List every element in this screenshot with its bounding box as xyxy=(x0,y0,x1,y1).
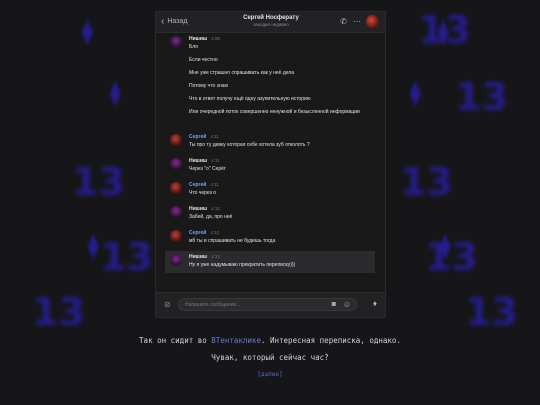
message-text: Ну я уже надумываю прекратить переписку)… xyxy=(189,262,296,268)
diamond-decor: ♦ xyxy=(78,14,97,54)
avatar xyxy=(170,134,182,146)
contact-name: Сергей Носферату xyxy=(243,15,299,21)
chat-header: ‹ Назад Сергей Носферату заходил недавно … xyxy=(156,12,385,33)
decor-number: 13 xyxy=(465,290,518,334)
avatar xyxy=(170,206,182,218)
message-text: Что в ответ получу ещё одну азупительную… xyxy=(189,96,311,102)
message-input-placeholder: Напишите сообщение... xyxy=(185,302,241,308)
attach-icon[interactable]: ⊘ xyxy=(164,300,171,309)
avatar xyxy=(170,230,182,242)
avatar xyxy=(170,254,182,266)
contact-info[interactable]: Сергей Носферату заходил недавно xyxy=(206,15,336,27)
message-time: 4:11 xyxy=(211,158,220,163)
back-button[interactable]: ‹ Назад xyxy=(161,15,188,27)
message-text: Ты про ту девку которая себе хотела зуб … xyxy=(189,142,310,148)
message-text: Через "о" Серёг xyxy=(189,166,226,172)
message-author: Сергей 4:11 xyxy=(189,134,219,140)
emoji-icon[interactable]: ☺ xyxy=(343,300,351,309)
decor-number: 13 xyxy=(72,160,125,204)
message-input[interactable]: Напишите сообщение... ◙ ☺ xyxy=(178,298,357,311)
phone-icon[interactable]: ✆ xyxy=(340,17,347,26)
chevron-left-icon: ‹ xyxy=(161,16,165,27)
avatar xyxy=(170,158,182,170)
next-link[interactable]: [далее] xyxy=(0,371,540,378)
narration-line-1: Так он сидит во ВТентаклике. Интересная … xyxy=(139,336,401,345)
decor-number: 13 xyxy=(418,8,471,52)
message-text: мб ты и спрашивать не будешь тогда xyxy=(189,238,276,244)
message-selected[interactable]: Нишиш 4:13 Ну я уже надумываю прекратить … xyxy=(165,251,375,273)
message-author: Нишиш 4:11 xyxy=(189,158,220,164)
message-author: Нишиш 4:08 xyxy=(189,36,220,42)
message-text: Или очередной поток совершенно ненужной … xyxy=(189,109,360,115)
message-text: Потому что знаю xyxy=(189,83,229,89)
narration-line-2: Чувак, который сейчас час? xyxy=(211,353,329,362)
decor-number: 13 xyxy=(32,290,85,334)
message-text: Что через о xyxy=(189,190,217,196)
contact-status: заходил недавно xyxy=(253,22,289,27)
message-author: Сергей 4:11 xyxy=(189,182,219,188)
message-text: Если честно xyxy=(189,57,218,63)
message-composer: ⊘ Напишите сообщение... ◙ ☺ ♦ xyxy=(156,292,385,317)
camera-icon[interactable]: ◙ xyxy=(332,301,336,308)
decor-number: 13 xyxy=(455,75,508,119)
diamond-decor: ♦ xyxy=(106,75,125,115)
message-time: 4:11 xyxy=(210,134,219,139)
avatar xyxy=(170,182,182,194)
decor-number: 13 xyxy=(400,160,453,204)
vtentaklike-link[interactable]: ВТентаклике xyxy=(211,336,261,345)
message-text: Забей, да, про неё xyxy=(189,214,233,220)
more-icon[interactable]: ⋯ xyxy=(353,17,361,26)
microphone-icon[interactable]: ♦ xyxy=(373,299,377,308)
message-time: 4:12 xyxy=(211,206,220,211)
message-text: Бля xyxy=(189,44,198,50)
message-time: 4:12 xyxy=(210,230,220,235)
back-label: Назад xyxy=(167,18,188,25)
decor-number: 13 xyxy=(425,235,478,279)
avatar xyxy=(170,36,182,48)
vk-chat-window: ‹ Назад Сергей Носферату заходил недавно … xyxy=(155,11,386,318)
message-list: Нишиш 4:08 Бля Если честно Мне уже страшн… xyxy=(156,36,385,293)
message-author: Сергей 4:12 xyxy=(189,230,220,236)
message-author: Нишиш 4:13 xyxy=(189,254,220,260)
decor-number: 13 xyxy=(100,235,153,279)
message-time: 4:13 xyxy=(211,254,220,259)
message-time: 4:08 xyxy=(211,36,220,41)
message-author: Нишиш 4:12 xyxy=(189,206,220,212)
message-time: 4:11 xyxy=(210,182,219,187)
message-text: Мне уже страшно спрашивать как у неё дел… xyxy=(189,70,295,76)
diamond-decor: ♦ xyxy=(406,75,425,115)
contact-avatar[interactable] xyxy=(366,15,379,28)
